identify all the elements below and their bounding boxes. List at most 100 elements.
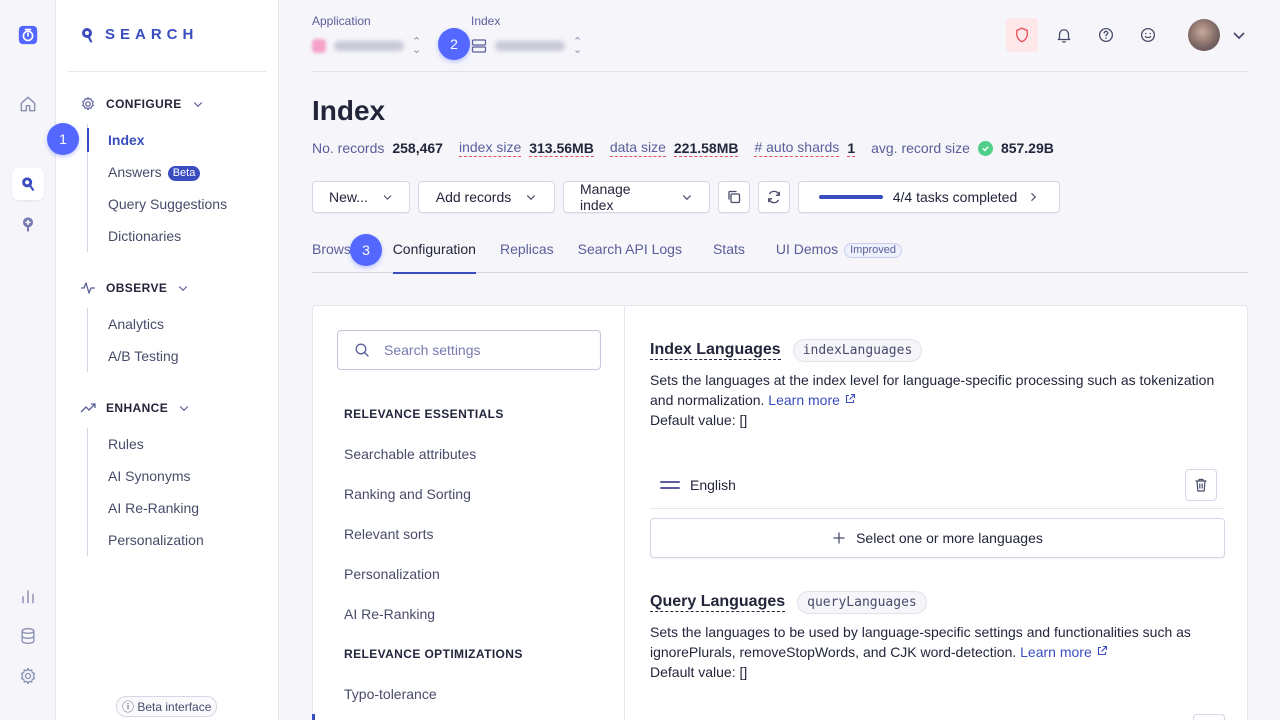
section-configure[interactable]: CONFIGURE — [80, 96, 204, 112]
sidebar-item-personalization[interactable]: Personalization — [88, 524, 204, 556]
stat-data-size[interactable]: data size 221.58MB — [609, 139, 739, 157]
manage-index-button[interactable]: Manage index — [563, 181, 710, 213]
avatar[interactable] — [1188, 19, 1220, 51]
language-row-english: English — [650, 461, 1225, 509]
query-languages-title[interactable]: Query Languages — [650, 593, 786, 612]
manage-index-label: Manage index — [580, 181, 631, 213]
configure-group: Index Answers Beta Query Suggestions Dict… — [86, 124, 227, 252]
help-icon[interactable] — [1090, 18, 1122, 52]
tab-stats[interactable]: Stats — [713, 233, 745, 273]
add-records-button[interactable]: Add records — [418, 181, 555, 213]
sidebar-item-ai-synonyms[interactable]: AI Synonyms — [88, 460, 204, 492]
icon-rail — [0, 0, 56, 720]
stat-label: # auto shards — [754, 139, 840, 157]
index-selector[interactable]: Index ⌃ ⌄ — [471, 14, 582, 56]
sidebar-item-index[interactable]: Index — [86, 124, 227, 156]
tasks-button[interactable]: 4/4 tasks completed — [798, 181, 1060, 213]
sidebar-item-query-suggestions[interactable]: Query Suggestions — [88, 188, 227, 220]
settings-item-ranking-and-sorting[interactable]: Ranking and Sorting — [344, 486, 471, 502]
stat-records: No. records 258,467 — [312, 140, 443, 156]
new-button[interactable]: New... — [312, 181, 410, 213]
recommend-icon[interactable] — [12, 208, 44, 240]
learn-more-link[interactable]: Learn more — [1020, 644, 1107, 660]
settings-item-personalization[interactable]: Personalization — [344, 566, 440, 582]
step-marker-1: 1 — [47, 123, 79, 155]
beta-interface-toggle[interactable]: ⓘ Beta interface — [116, 696, 218, 717]
section-enhance-title: ENHANCE — [106, 401, 169, 415]
stat-label: data size — [609, 139, 666, 157]
drag-handle-icon[interactable] — [660, 480, 680, 489]
beta-badge: Beta — [167, 166, 201, 181]
brand[interactable]: SEARCH — [81, 26, 198, 43]
index-actions: New... Add records Manage index 4/4 task… — [312, 181, 1060, 213]
tab-search-api-logs[interactable]: Search API Logs — [578, 233, 682, 273]
tab-ui-demos[interactable]: UI Demos Improved — [776, 233, 902, 273]
search-icon — [355, 343, 369, 357]
shield-icon[interactable] — [1006, 18, 1038, 52]
page-title: Index — [312, 95, 386, 126]
settings-icon[interactable] — [12, 660, 44, 692]
stat-auto-shards[interactable]: # auto shards 1 — [754, 139, 856, 157]
external-link-icon — [845, 393, 855, 404]
trash-icon — [1195, 478, 1207, 492]
tab-replicas[interactable]: Replicas — [500, 233, 554, 273]
index-languages-header: Index Languages indexLanguages — [650, 339, 923, 362]
delete-language-button[interactable] — [1185, 469, 1217, 501]
product-logo-icon[interactable] — [12, 19, 44, 51]
info-icon: ⓘ — [122, 700, 135, 714]
refresh-button[interactable] — [758, 181, 790, 213]
stat-avg-record-size: avg. record size 857.29B — [871, 140, 1054, 156]
add-records-label: Add records — [435, 189, 512, 205]
data-sources-icon[interactable] — [12, 620, 44, 652]
sidebar-item-label: Personalization — [108, 532, 204, 548]
sidebar-item-analytics[interactable]: Analytics — [88, 308, 179, 340]
chevron-down-icon[interactable] — [1230, 26, 1248, 44]
section-observe[interactable]: OBSERVE — [80, 280, 189, 296]
settings-item-relevant-sorts[interactable]: Relevant sorts — [344, 526, 433, 542]
smiley-icon[interactable] — [1132, 18, 1164, 52]
settings-item-typo-tolerance[interactable]: Typo-tolerance — [344, 686, 437, 702]
section-observe-title: OBSERVE — [106, 281, 168, 295]
bell-icon[interactable] — [1048, 18, 1080, 52]
sidebar-item-rules[interactable]: Rules — [88, 428, 204, 460]
application-avatar — [312, 39, 326, 53]
sidebar-item-answers[interactable]: Answers Beta — [88, 156, 227, 188]
index-tabs: Browse Configuration Replicas Search API… — [312, 233, 1248, 274]
application-selector[interactable]: Application ⌃ ⌄ — [312, 14, 421, 56]
index-languages-title[interactable]: Index Languages — [650, 341, 781, 360]
tasks-label: 4/4 tasks completed — [892, 189, 1018, 205]
sidebar-item-ai-re-ranking[interactable]: AI Re-Ranking — [88, 492, 204, 524]
learn-more-label: Learn more — [1020, 644, 1092, 660]
sidebar-item-ab-testing[interactable]: A/B Testing — [88, 340, 179, 372]
chevron-down-icon — [682, 195, 692, 201]
top-bar-actions — [1006, 18, 1248, 52]
application-label: Application — [312, 14, 371, 28]
brand-search-icon — [82, 27, 93, 43]
settings-item-searchable-attributes[interactable]: Searchable attributes — [344, 446, 476, 462]
query-languages-code: queryLanguages — [797, 591, 927, 614]
sidebar-item-label: Dictionaries — [108, 228, 182, 244]
index-languages-description: Sets the languages at the index level fo… — [650, 370, 1230, 430]
settings-item-ai-re-ranking[interactable]: AI Re-Ranking — [344, 606, 435, 622]
analytics-bars-icon[interactable] — [12, 580, 44, 612]
index-label: Index — [471, 14, 501, 28]
search-product-icon[interactable] — [12, 168, 44, 200]
section-enhance[interactable]: ENHANCE — [80, 400, 190, 416]
stat-index-size[interactable]: index size 313.56MB — [458, 139, 594, 157]
delete-query-language-button[interactable] — [1193, 714, 1225, 720]
language-name: English — [690, 476, 736, 493]
brand-name: SEARCH — [105, 26, 199, 43]
copy-button[interactable] — [718, 181, 750, 213]
search-input[interactable]: Search settings — [337, 330, 601, 370]
tab-configuration[interactable]: Configuration — [392, 233, 477, 274]
index-languages-desc-text: Sets the languages at the index level fo… — [650, 372, 1215, 408]
home-icon[interactable] — [12, 88, 44, 120]
learn-more-link[interactable]: Learn more — [768, 392, 855, 408]
step-marker-2: 2 — [438, 28, 470, 60]
sidebar-divider — [68, 71, 266, 72]
main-content: Application ⌃ ⌄ Index ⌃ ⌄ Index No. reco… — [280, 0, 1280, 720]
select-languages-button[interactable]: Select one or more languages — [650, 518, 1225, 558]
sidebar-item-dictionaries[interactable]: Dictionaries — [88, 220, 227, 252]
copy-icon — [728, 190, 741, 204]
settings-content: Index Languages indexLanguages Sets the … — [626, 306, 1247, 720]
